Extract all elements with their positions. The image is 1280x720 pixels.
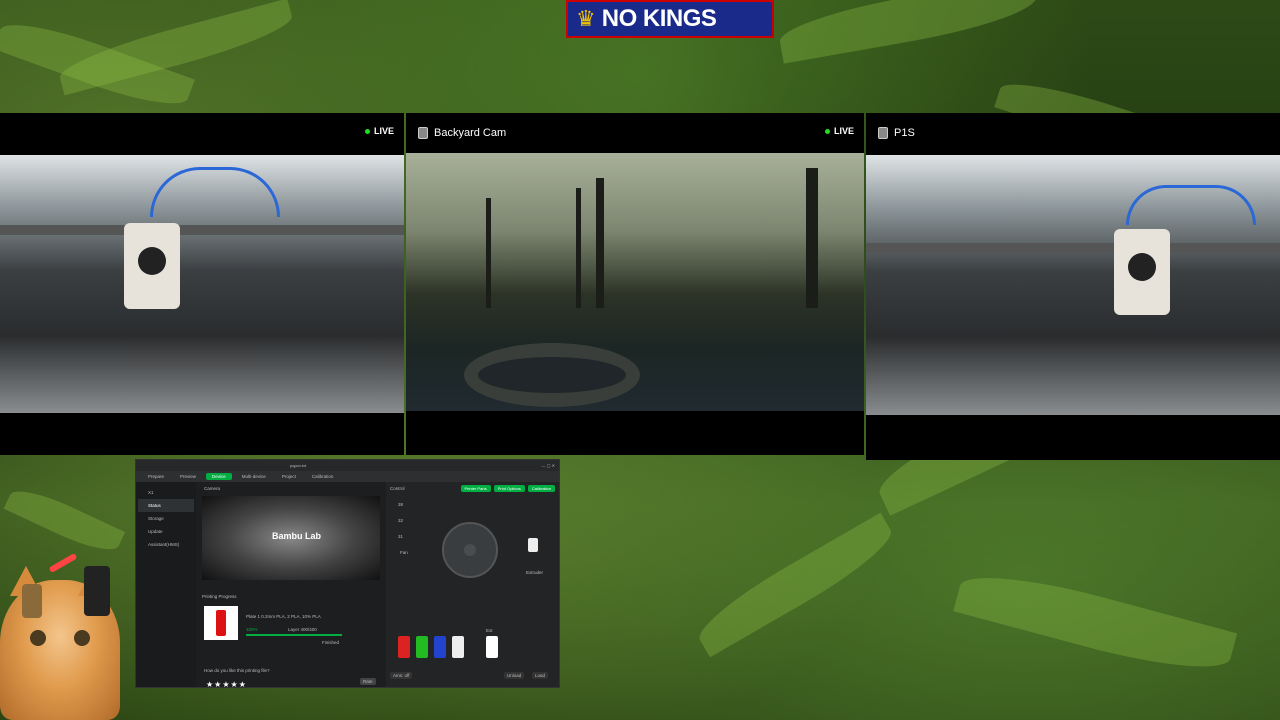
- cat-eye: [74, 630, 90, 646]
- sidebar-item-storage[interactable]: Storage: [138, 512, 194, 525]
- camera-icon: [418, 127, 428, 139]
- live-indicator: LIVE: [824, 126, 854, 136]
- print-options-button[interactable]: Print Options: [493, 485, 525, 492]
- ams-setting-button[interactable]: Ams: off: [390, 672, 413, 679]
- camera-panel-backyard: Backyard Cam LIVE: [406, 113, 864, 455]
- chamber-temp[interactable]: 31: [398, 534, 403, 539]
- title-bar: pqpcn.txt — ▢ ✕: [136, 460, 559, 471]
- calibration-button[interactable]: Calibration: [527, 485, 555, 492]
- control-section-label: Control: [390, 486, 405, 491]
- nozzle-temp[interactable]: 38: [398, 502, 403, 507]
- finish-label: Finished: [322, 640, 340, 645]
- camera-header: P1S: [866, 113, 1280, 153]
- unload-button[interactable]: Unload: [504, 672, 525, 679]
- sidebar-item-assistant[interactable]: Assistant(HMS): [138, 538, 194, 551]
- ams-slot-1[interactable]: [398, 636, 410, 658]
- camera-section-label: Camera: [204, 486, 221, 491]
- progress-bar-fill: [246, 634, 342, 636]
- load-button[interactable]: Load: [532, 672, 549, 679]
- no-kings-banner: ♛ NO KINGS: [566, 0, 774, 38]
- print-info: Plate 1 0.2mm PLA, 2 PLA, 10% PLA: [246, 614, 321, 619]
- printing-progress: Printing Progress Plate 1 0.2mm PLA, 2 P…: [202, 594, 380, 689]
- printer-selector[interactable]: X1: [138, 486, 194, 499]
- bed-temp[interactable]: 32: [398, 518, 403, 523]
- layer-label: Layer 400/400: [288, 627, 317, 632]
- tab-prepare[interactable]: Prepare: [142, 473, 170, 480]
- cat-eye: [30, 630, 46, 646]
- tree: [576, 187, 581, 308]
- main-tabs: Prepare Preview Device Multi-device Proj…: [136, 471, 559, 482]
- rate-button[interactable]: Rate: [360, 678, 376, 685]
- ptfe-tube: [1126, 185, 1256, 225]
- ams-slot-3[interactable]: [434, 636, 446, 658]
- foliage: [690, 512, 901, 658]
- ptfe-tube: [150, 167, 280, 217]
- lightsaber: [48, 552, 78, 574]
- printer-camera-preview[interactable]: Bambu Lab: [202, 496, 380, 580]
- extruder-icon: [528, 538, 538, 552]
- toy-figure: [84, 566, 110, 616]
- gantry-rail: [0, 225, 404, 235]
- progress-bar: [246, 634, 342, 636]
- jog-pad[interactable]: [442, 522, 498, 578]
- ams-slot-4[interactable]: [452, 636, 464, 658]
- camera-header: Backyard Cam: [406, 113, 864, 153]
- gantry-rail: [866, 243, 1280, 253]
- banner-text: NO KINGS: [601, 5, 717, 32]
- progress-percent: 100%: [246, 627, 258, 632]
- tree: [806, 167, 818, 308]
- tab-device[interactable]: Device: [206, 473, 232, 480]
- live-indicator: LIVE: [364, 126, 394, 136]
- camera-title: Backyard Cam: [434, 127, 507, 139]
- toy-figure: [22, 584, 42, 618]
- tab-preview[interactable]: Preview: [174, 473, 202, 480]
- tab-multi-device[interactable]: Multi-device: [236, 473, 272, 480]
- tab-calibration[interactable]: Calibration: [306, 473, 340, 480]
- tree: [486, 197, 491, 308]
- extruder-label: Extruder: [526, 570, 544, 575]
- printer-parts-button[interactable]: Printer Parts: [460, 485, 491, 492]
- camera-panel-printer-1: LIVE: [0, 113, 404, 455]
- crown-icon: ♛: [576, 6, 596, 31]
- sidebar-item-update[interactable]: Update: [138, 525, 194, 538]
- foliage: [776, 0, 1040, 64]
- foliage: [953, 560, 1238, 684]
- control-panel: Control Printer Parts Print Options Cali…: [386, 482, 559, 687]
- printer-camera-feed: [0, 155, 404, 413]
- camera-icon: [878, 127, 888, 139]
- print-thumbnail: [204, 606, 238, 640]
- live-dot-icon: [824, 128, 830, 134]
- control-buttons: Printer Parts Print Options Calibration: [460, 485, 555, 492]
- ams-slot-2[interactable]: [416, 636, 428, 658]
- backyard-camera-feed: [406, 153, 864, 411]
- sidebar-item-status[interactable]: Status: [138, 499, 194, 512]
- device-sidebar: X1 Status Storage Update Assistant(HMS): [136, 482, 196, 687]
- bambu-studio-window: pqpcn.txt — ▢ ✕ Prepare Preview Device M…: [135, 459, 560, 689]
- fire-pit: [464, 343, 640, 407]
- window-title: pqpcn.txt: [290, 463, 307, 468]
- progress-section-label: Printing Progress: [202, 594, 237, 599]
- toolhead: [1114, 229, 1170, 315]
- tree: [596, 177, 604, 308]
- rating-stars[interactable]: ★★★★★: [206, 680, 247, 689]
- bambu-lab-logo: Bambu Lab: [272, 531, 322, 541]
- live-dot-icon: [364, 128, 370, 134]
- external-spool[interactable]: [486, 636, 498, 658]
- foliage: [3, 481, 126, 560]
- camera-title: P1S: [894, 127, 915, 139]
- p1s-camera-feed: [866, 155, 1280, 415]
- rating-prompt: How do you like this printing file?: [204, 668, 270, 673]
- window-controls[interactable]: — ▢ ✕: [542, 463, 555, 468]
- ext-label: Ext: [486, 628, 493, 633]
- fan-label: Fan: [400, 550, 408, 555]
- tab-project[interactable]: Project: [276, 473, 302, 480]
- camera-panel-p1s: P1S: [866, 113, 1280, 460]
- toolhead: [124, 223, 180, 309]
